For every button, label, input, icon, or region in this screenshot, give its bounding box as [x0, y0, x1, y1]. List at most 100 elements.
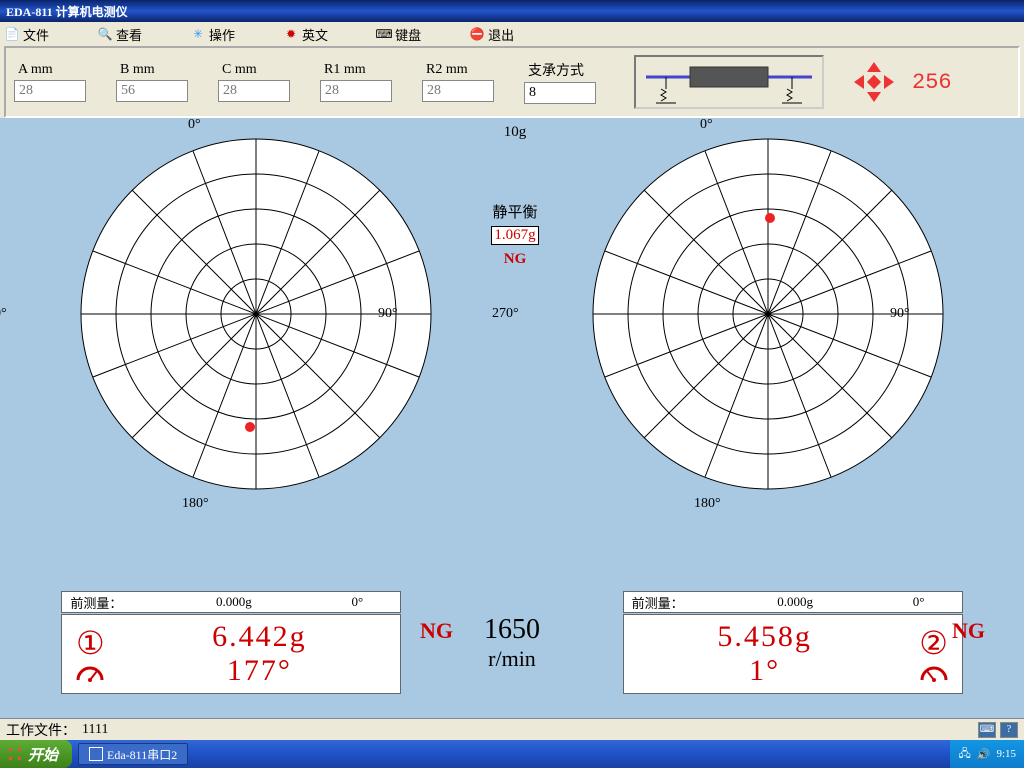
gear-icon: ✳ [190, 26, 206, 42]
left-prev-label: 前测量： [70, 593, 145, 612]
scale-max: 10g [465, 124, 565, 141]
menu-english[interactable]: ✹英文 [283, 25, 328, 44]
static-balance-status: NG [465, 251, 565, 268]
param-r2-label: R2 mm [426, 62, 494, 78]
param-r1: R1 mm [320, 62, 392, 102]
main-area: 0° 90° 180° 270° 0° 90° 180° 270° 10g 静平… [0, 118, 1024, 718]
arrow-up-icon [867, 62, 881, 72]
param-r2: R2 mm [422, 62, 494, 102]
menu-keyboard-label: 键盘 [395, 25, 421, 44]
rpm-value: 1650 [484, 614, 540, 646]
menu-exit[interactable]: ⛔退出 [469, 25, 514, 44]
rpm-unit: r/min [484, 646, 540, 672]
param-b: B mm [116, 62, 188, 102]
menu-file[interactable]: 📄文件 [4, 25, 49, 44]
right-prev-weight: 0.000g [707, 594, 884, 610]
right-result: 前测量： 0.000g 0° ② 5.458g 1° [623, 591, 963, 694]
left-weight: 6.442g [118, 620, 400, 654]
left-angle: 177° [118, 654, 400, 688]
diamond-icon [867, 75, 881, 89]
arrow-right-icon [884, 75, 894, 89]
result-row: 前测量： 0.000g 0° ① 6.442g 177° 1650 r/min [0, 591, 1024, 694]
right-ng-status: NG [952, 618, 985, 644]
right-deg270: 270° [492, 306, 519, 322]
left-channel-num: ① [68, 624, 112, 662]
center-info: 10g 静平衡 1.067g NG [465, 124, 565, 268]
left-ng-status: NG [420, 618, 453, 644]
gauge-icon [916, 662, 952, 684]
param-r1-input[interactable] [320, 80, 392, 102]
support-diagram [634, 55, 824, 109]
menu-exit-label: 退出 [488, 25, 514, 44]
rpm-display: 1650 r/min [484, 614, 540, 672]
work-file-label: 工作文件： [6, 720, 76, 740]
keyboard-icon: ⌨ [376, 26, 392, 42]
start-label: 开始 [28, 744, 58, 765]
left-deg270: 270° [0, 306, 7, 322]
windows-flag-icon [6, 745, 24, 763]
param-r1-label: R1 mm [324, 62, 392, 78]
keyboard-indicator-icon[interactable]: ⌨ [978, 722, 996, 738]
tray-icon: 🖧 [958, 745, 970, 764]
menu-view-label: 查看 [116, 25, 142, 44]
parameter-panel: A mm B mm C mm R1 mm R2 mm 支承方式 [4, 46, 1020, 118]
exit-icon: ⛔ [469, 26, 485, 42]
menubar: 📄文件 🔍查看 ✳操作 ✹英文 ⌨键盘 ⛔退出 [0, 22, 1024, 46]
static-balance-label: 静平衡 [465, 201, 565, 222]
nav-arrows[interactable] [854, 62, 894, 102]
param-r2-input[interactable] [422, 80, 494, 102]
nav-count: 256 [912, 70, 952, 95]
param-b-label: B mm [120, 62, 188, 78]
arrow-down-icon [867, 92, 881, 102]
menu-operate-label: 操作 [209, 25, 235, 44]
right-prev-angle: 0° [884, 594, 954, 610]
param-c: C mm [218, 62, 290, 102]
param-b-input[interactable] [116, 80, 188, 102]
right-prev-box: 前测量： 0.000g 0° [623, 591, 963, 613]
work-file-name: 1111 [82, 722, 108, 738]
magnifier-icon: 🔍 [97, 26, 113, 42]
status-bar: 工作文件： 1111 ⌨ ? [0, 718, 1024, 740]
nav-pad: 256 [854, 62, 952, 102]
clock: 9:15 [996, 748, 1016, 760]
right-point-marker [765, 213, 775, 223]
right-deg90: 90° [890, 306, 910, 322]
left-prev-box: 前测量： 0.000g 0° [61, 591, 401, 613]
taskbar-app[interactable]: Eda-811串口2 [78, 743, 188, 765]
taskbar: 开始 Eda-811串口2 🖧 🔊 9:15 [0, 740, 1024, 768]
param-support: 支承方式 [524, 60, 596, 104]
left-point-marker [245, 422, 255, 432]
system-tray[interactable]: 🖧 🔊 9:15 [950, 740, 1024, 768]
left-meas-box: ① 6.442g 177° [61, 614, 401, 694]
menu-keyboard[interactable]: ⌨键盘 [376, 25, 421, 44]
right-weight: 5.458g [624, 620, 906, 654]
start-button[interactable]: 开始 [0, 740, 72, 768]
menu-english-label: 英文 [302, 25, 328, 44]
help-indicator-icon[interactable]: ? [1000, 722, 1018, 738]
param-c-input[interactable] [218, 80, 290, 102]
right-deg0: 0° [700, 117, 713, 133]
right-angle: 1° [624, 654, 906, 688]
right-deg180: 180° [694, 496, 721, 512]
param-a: A mm [14, 62, 86, 102]
left-result: 前测量： 0.000g 0° ① 6.442g 177° [61, 591, 401, 694]
left-deg0: 0° [188, 117, 201, 133]
window-titlebar: EDA-811 计算机电测仪 [0, 0, 1024, 22]
left-deg180: 180° [182, 496, 209, 512]
param-support-input[interactable] [524, 82, 596, 104]
right-channel-num: ② [912, 624, 956, 662]
menu-operate[interactable]: ✳操作 [190, 25, 235, 44]
left-deg90: 90° [378, 306, 398, 322]
left-prev-weight: 0.000g [145, 594, 322, 610]
menu-view[interactable]: 🔍查看 [97, 25, 142, 44]
param-c-label: C mm [222, 62, 290, 78]
app-icon [89, 747, 103, 761]
param-a-input[interactable] [14, 80, 86, 102]
gauge-icon [72, 662, 108, 684]
menu-file-label: 文件 [23, 25, 49, 44]
status-right-icons: ⌨ ? [978, 722, 1018, 738]
tray-icon: 🔊 [977, 748, 991, 761]
right-meas-box: ② 5.458g 1° [623, 614, 963, 694]
file-icon: 📄 [4, 26, 20, 42]
taskbar-app-label: Eda-811串口2 [107, 746, 177, 763]
